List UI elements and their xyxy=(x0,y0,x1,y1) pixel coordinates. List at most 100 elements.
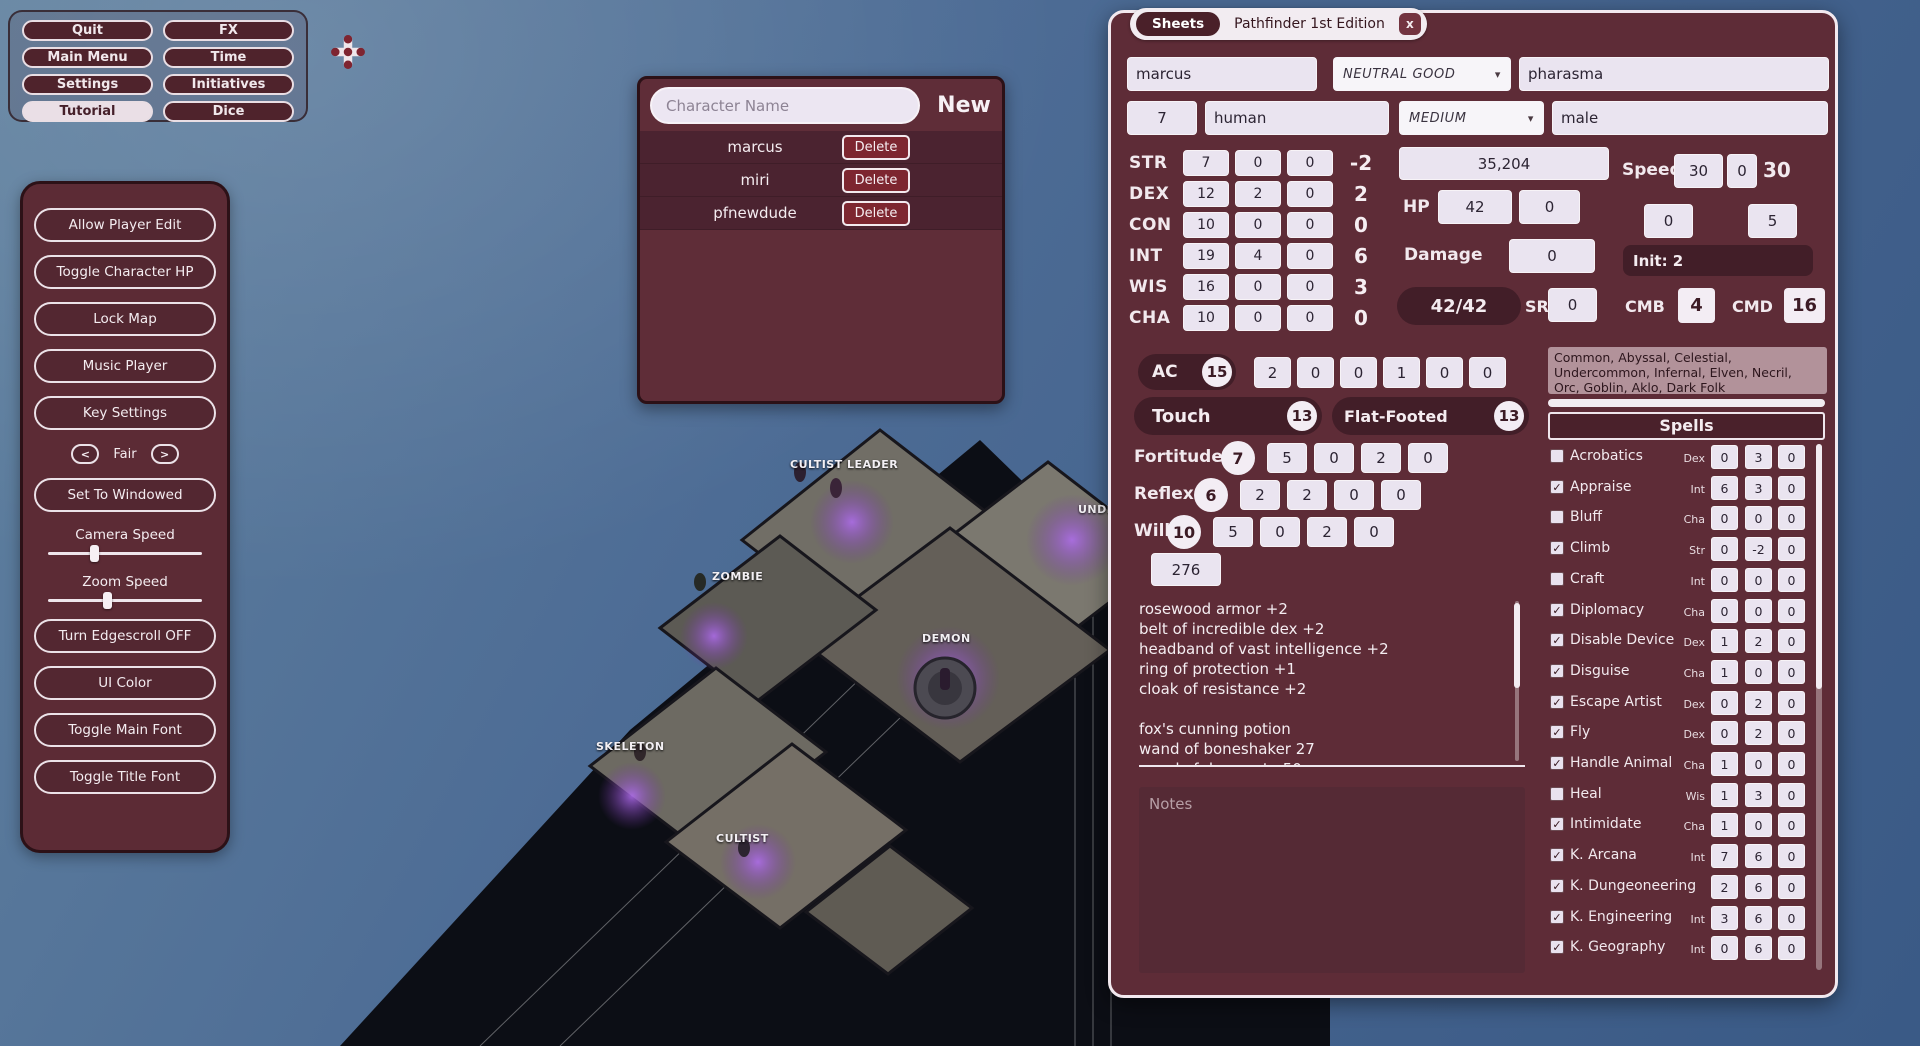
skill-value-input[interactable] xyxy=(1745,537,1772,561)
menu-button-settings[interactable]: Settings xyxy=(22,74,153,95)
tool-button-toggle-main-font[interactable]: Toggle Main Font xyxy=(34,713,216,747)
damage-input[interactable] xyxy=(1509,239,1595,273)
skill-checkbox[interactable]: ✓ xyxy=(1550,879,1564,893)
tab-sheets[interactable]: Sheets xyxy=(1136,12,1220,36)
skill-value-input[interactable] xyxy=(1745,599,1772,623)
skill-value-input[interactable] xyxy=(1745,660,1772,684)
ability-base-input[interactable] xyxy=(1183,305,1229,331)
skill-checkbox[interactable]: ✓ xyxy=(1550,480,1564,494)
character-name[interactable]: pfnewdude xyxy=(680,197,830,230)
tool-button-lock-map[interactable]: Lock Map xyxy=(34,302,216,336)
skills-scrollbar-thumb[interactable] xyxy=(1816,444,1822,689)
save-field-input[interactable] xyxy=(1334,480,1374,510)
languages-scrollbar[interactable] xyxy=(1548,399,1825,407)
skill-value-input[interactable] xyxy=(1711,476,1738,500)
sheet-name-input[interactable] xyxy=(1127,57,1317,91)
ac-field-input[interactable] xyxy=(1383,357,1420,388)
fair-prev-button[interactable]: < xyxy=(71,444,99,464)
size-select[interactable]: MEDIUM ▾ xyxy=(1399,101,1544,135)
skill-value-input[interactable] xyxy=(1778,906,1805,930)
skill-value-input[interactable] xyxy=(1711,875,1738,899)
tool-button-turn-edgescroll-off[interactable]: Turn Edgescroll OFF xyxy=(34,619,216,653)
menu-button-fx[interactable]: FX xyxy=(163,20,294,41)
ac-field-input[interactable] xyxy=(1254,357,1291,388)
inventory-textarea[interactable]: rosewood armor +2belt of incredible dex … xyxy=(1139,599,1525,767)
skill-checkbox[interactable]: ✓ xyxy=(1550,940,1564,954)
skill-checkbox[interactable] xyxy=(1550,449,1564,463)
money-input[interactable] xyxy=(1151,553,1221,586)
tool-button-toggle-character-hp[interactable]: Toggle Character HP xyxy=(34,255,216,289)
speed-input[interactable] xyxy=(1674,154,1723,188)
skill-value-input[interactable] xyxy=(1745,844,1772,868)
menu-button-tutorial[interactable]: Tutorial xyxy=(22,101,153,122)
skill-value-input[interactable] xyxy=(1745,568,1772,592)
skill-value-input[interactable] xyxy=(1711,568,1738,592)
ability-base-input[interactable] xyxy=(1183,212,1229,238)
skill-value-input[interactable] xyxy=(1745,445,1772,469)
skill-value-input[interactable] xyxy=(1778,476,1805,500)
skill-checkbox[interactable]: ✓ xyxy=(1550,695,1564,709)
ability-bonus-input[interactable] xyxy=(1235,274,1281,300)
slider-track-zoom-speed[interactable] xyxy=(48,599,202,602)
ability-bonus-input[interactable] xyxy=(1235,150,1281,176)
skill-value-input[interactable] xyxy=(1745,813,1772,837)
ability-misc-input[interactable] xyxy=(1287,305,1333,331)
skill-value-input[interactable] xyxy=(1711,691,1738,715)
ac-field-input[interactable] xyxy=(1297,357,1334,388)
ac-field-input[interactable] xyxy=(1469,357,1506,388)
skill-value-input[interactable] xyxy=(1778,783,1805,807)
ability-bonus-input[interactable] xyxy=(1235,305,1281,331)
skill-value-input[interactable] xyxy=(1745,506,1772,530)
skill-value-input[interactable] xyxy=(1711,506,1738,530)
character-name[interactable]: miri xyxy=(680,164,830,197)
skill-value-input[interactable] xyxy=(1711,783,1738,807)
skill-checkbox[interactable]: ✓ xyxy=(1550,664,1564,678)
xp-input[interactable] xyxy=(1399,147,1609,180)
skill-checkbox[interactable]: ✓ xyxy=(1550,848,1564,862)
skill-value-input[interactable] xyxy=(1778,445,1805,469)
menu-button-main-menu[interactable]: Main Menu xyxy=(22,47,153,68)
ability-misc-input[interactable] xyxy=(1287,274,1333,300)
skill-value-input[interactable] xyxy=(1711,629,1738,653)
save-field-input[interactable] xyxy=(1240,480,1280,510)
delete-character-button[interactable]: Delete xyxy=(842,168,910,193)
ac-field-input[interactable] xyxy=(1426,357,1463,388)
skill-value-input[interactable] xyxy=(1778,752,1805,776)
skill-value-input[interactable] xyxy=(1778,844,1805,868)
save-field-input[interactable] xyxy=(1381,480,1421,510)
skill-value-input[interactable] xyxy=(1711,936,1738,960)
skill-value-input[interactable] xyxy=(1778,629,1805,653)
deity-input[interactable] xyxy=(1519,57,1829,91)
speed-mod-input[interactable] xyxy=(1727,154,1757,188)
skill-value-input[interactable] xyxy=(1711,844,1738,868)
skill-value-input[interactable] xyxy=(1711,906,1738,930)
hp-input[interactable] xyxy=(1438,190,1512,224)
tool-button-key-settings[interactable]: Key Settings xyxy=(34,396,216,430)
save-field-input[interactable] xyxy=(1287,480,1327,510)
skill-value-input[interactable] xyxy=(1745,752,1772,776)
skill-value-input[interactable] xyxy=(1745,476,1772,500)
skill-value-input[interactable] xyxy=(1711,537,1738,561)
save-field-input[interactable] xyxy=(1260,517,1300,547)
skill-checkbox[interactable]: ✓ xyxy=(1550,756,1564,770)
skill-value-input[interactable] xyxy=(1745,629,1772,653)
sr-input[interactable] xyxy=(1548,288,1597,322)
skill-value-input[interactable] xyxy=(1711,445,1738,469)
hp-temp-input[interactable] xyxy=(1519,190,1580,224)
gender-input[interactable] xyxy=(1552,101,1828,135)
save-field-input[interactable] xyxy=(1314,443,1354,473)
save-field-input[interactable] xyxy=(1354,517,1394,547)
ac-field-input[interactable] xyxy=(1340,357,1377,388)
skill-checkbox[interactable]: ✓ xyxy=(1550,910,1564,924)
set-to-windowed-button[interactable]: Set To Windowed xyxy=(34,478,216,512)
skill-value-input[interactable] xyxy=(1745,691,1772,715)
menu-button-time[interactable]: Time xyxy=(163,47,294,68)
ability-bonus-input[interactable] xyxy=(1235,243,1281,269)
speed-extra-input-2[interactable] xyxy=(1748,204,1797,238)
slider-track-camera-speed[interactable] xyxy=(48,552,202,555)
ability-bonus-input[interactable] xyxy=(1235,181,1281,207)
level-input[interactable] xyxy=(1127,101,1197,135)
ability-misc-input[interactable] xyxy=(1287,181,1333,207)
skill-value-input[interactable] xyxy=(1778,721,1805,745)
skill-value-input[interactable] xyxy=(1778,506,1805,530)
